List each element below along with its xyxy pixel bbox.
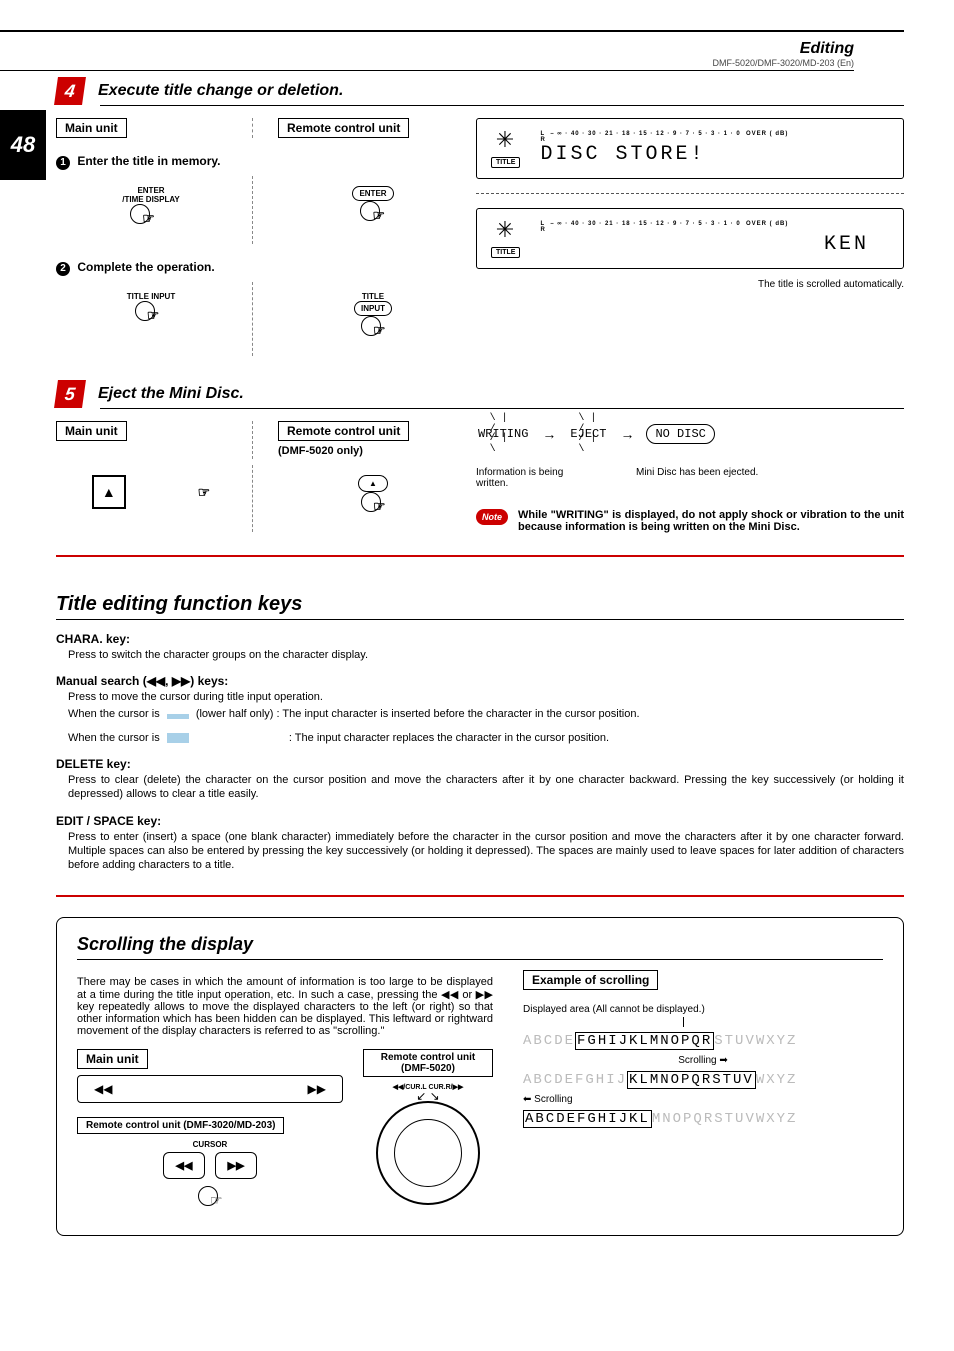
note-text: While "WRITING" is displayed, do not app… — [518, 509, 904, 533]
eject-indicator: EJECT — [568, 421, 608, 447]
remote-5020-label: Remote control unit (DMF-5020) — [363, 1049, 493, 1077]
example-label: Example of scrolling — [523, 970, 658, 990]
arrow-icon: → — [620, 426, 634, 442]
substep-2-number: 2 — [56, 262, 70, 276]
title-label: TITLE — [353, 292, 393, 301]
step-5-title: Eject the Mini Disc. — [98, 385, 244, 403]
arrow-icon: → — [542, 426, 556, 442]
writing-indicator: WRITING — [476, 421, 530, 447]
hand-icon: ☞ — [198, 484, 211, 501]
title-input-label: TITLE INPUT — [127, 292, 175, 301]
manual-key-l3b: : The input character replaces the chara… — [289, 732, 609, 744]
model-line: DMF-5020/DMF-3020/MD-203 (En) — [0, 58, 854, 71]
scroll-row-2: ABCDEFGHIJKLMNOPQRSTUVWXYZ — [523, 1072, 883, 1088]
writing-caption: Information is being written. — [476, 467, 566, 489]
substep-1-text: Enter the title in memory. — [77, 154, 220, 168]
vu-meter: L – ∞ · 40 · 30 · 21 · 18 · 15 · 12 · 9 … — [540, 221, 889, 233]
chara-key-desc: Press to switch the character groups on … — [68, 648, 904, 662]
step-5-number: 5 — [54, 380, 86, 408]
eject-button-remote[interactable]: ▲ — [358, 475, 388, 492]
title-badge: TITLE — [491, 247, 520, 258]
scrolling-heading: Scrolling the display — [77, 934, 883, 960]
main-unit-label: Main unit — [56, 421, 127, 441]
manual-key-name: Manual search (◀◀, ▶▶) keys: — [56, 674, 904, 688]
no-disc-indicator: NO DISC — [646, 424, 714, 444]
page-number: 48 — [0, 110, 46, 180]
edit-key-name: EDIT / SPACE key: — [56, 814, 904, 828]
enter-time-label: ENTER /TIME DISPLAY — [122, 186, 180, 204]
lcd-text-1: DISC STORE! — [540, 143, 889, 166]
substep-2-text: Complete the operation. — [77, 260, 214, 274]
remote-3020-label: Remote control unit (DMF-3020/MD-203) — [77, 1117, 284, 1134]
scroll-main-unit: Main unit — [77, 1049, 148, 1069]
press-icon — [190, 1186, 230, 1216]
title-badge: TITLE — [491, 157, 520, 168]
chara-key-name: CHARA. key: — [56, 632, 904, 646]
delete-key-desc: Press to clear (delete) the character on… — [68, 773, 904, 802]
cursor-label: CURSOR — [77, 1140, 343, 1149]
manual-key-l3a: When the cursor is — [68, 732, 160, 744]
scroll-row-1: ABCDEFGHIJKLMNOPQRSTUVWXYZ — [523, 1033, 883, 1049]
manual-key-l2b: (lower half only) : The input character … — [196, 708, 640, 720]
lcd-panel-1: TITLE L – ∞ · 40 · 30 · 21 · 18 · 15 · 1… — [476, 118, 904, 179]
press-icon — [353, 316, 393, 346]
eject-button-main[interactable]: ▲ — [92, 475, 126, 509]
manual-key-l2a: When the cursor is — [68, 708, 160, 720]
press-icon — [353, 492, 393, 522]
remote-sub-label: (DMF-5020 only) — [278, 445, 363, 457]
cursor-left-button[interactable]: ◀◀ — [163, 1152, 206, 1179]
cursor-right-button[interactable]: ▶▶ — [215, 1152, 258, 1179]
note-icon: Note — [476, 509, 508, 525]
delete-key-name: DELETE key: — [56, 757, 904, 771]
remote-unit-label: Remote control unit — [278, 118, 409, 138]
step-4-title: Execute title change or deletion. — [98, 82, 343, 100]
manual-key-line1: Press to move the cursor during title in… — [68, 690, 904, 704]
rewind-icon: ◀◀ — [94, 1082, 112, 1096]
section-heading: Editing — [0, 40, 854, 58]
press-icon — [352, 201, 392, 231]
eject-caption: Mini Disc has been ejected. — [636, 467, 758, 489]
edit-key-desc: Press to enter (insert) a space (one bla… — [68, 830, 904, 873]
scroll-bar-control[interactable]: ◀◀ ▶▶ — [77, 1075, 343, 1103]
enter-button[interactable]: ENTER — [352, 186, 393, 201]
scrolling-para: There may be cases in which the amount o… — [77, 976, 493, 1037]
sun-icon — [494, 129, 518, 153]
press-icon — [122, 204, 162, 234]
cursor-full-swatch — [167, 733, 189, 743]
input-button[interactable]: INPUT — [354, 301, 392, 316]
main-unit-label: Main unit — [56, 118, 127, 138]
jog-dial[interactable] — [376, 1101, 480, 1205]
scroll-left-label: ⬅ Scrolling — [523, 1094, 883, 1105]
forward-icon: ▶▶ — [308, 1082, 326, 1096]
auto-scroll-caption: The title is scrolled automatically. — [476, 279, 904, 290]
title-keys-heading: Title editing function keys — [56, 587, 904, 620]
sun-icon — [494, 219, 518, 243]
press-icon — [127, 301, 167, 331]
step-4-number: 4 — [54, 77, 86, 105]
scroll-right-label: Scrolling ➡ — [523, 1055, 883, 1066]
vu-meter: L – ∞ · 40 · 30 · 21 · 18 · 15 · 12 · 9 … — [540, 131, 889, 143]
lcd-text-2: KEN — [540, 233, 889, 256]
scroll-row-3: ABCDEFGHIJKLMNOPQRSTUVWXYZ — [523, 1111, 883, 1127]
cursor-half-swatch — [167, 709, 189, 719]
displayed-area-label: Displayed area (All cannot be displayed.… — [523, 1004, 883, 1015]
lcd-panel-2: TITLE L – ∞ · 40 · 30 · 21 · 18 · 15 · 1… — [476, 208, 904, 269]
substep-1-number: 1 — [56, 156, 70, 170]
remote-unit-label: Remote control unit — [278, 421, 409, 441]
